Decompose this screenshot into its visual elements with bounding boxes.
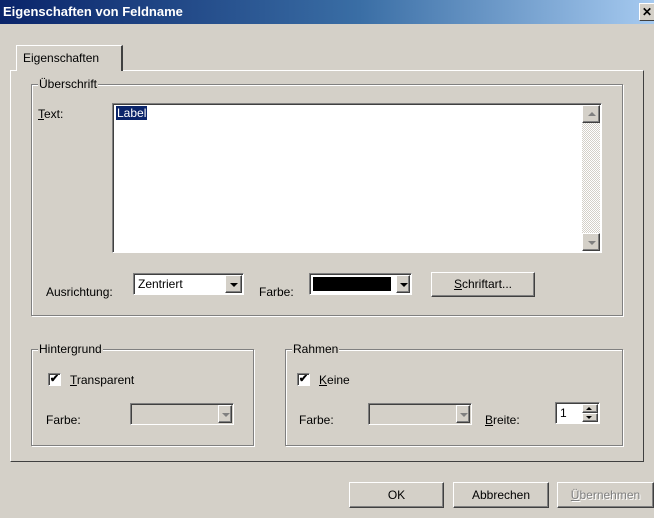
spin-up-icon — [586, 407, 592, 410]
border-group: Rahmen — [285, 342, 623, 446]
background-group: Hintergrund — [31, 342, 254, 446]
alignment-select[interactable]: Zentriert — [133, 273, 244, 295]
caption-text-value: Label — [116, 106, 148, 120]
apply-button[interactable]: Übernehmen — [557, 482, 654, 508]
tab-label: Eigenschaften — [23, 51, 100, 65]
background-color-label: Farbe: — [46, 413, 81, 427]
spin-down-button[interactable] — [582, 413, 598, 422]
chevron-down-icon — [230, 283, 238, 287]
border-width-label: Breite: — [485, 413, 520, 427]
scroll-down-icon — [588, 241, 596, 245]
apply-button-label: Übernehmen — [570, 488, 641, 502]
text-label: Text: — [38, 107, 64, 121]
border-color-picker[interactable] — [368, 403, 472, 425]
cancel-button[interactable]: Abbrechen — [453, 482, 549, 508]
scroll-down-button[interactable] — [582, 233, 600, 251]
cancel-button-label: Abbrechen — [471, 488, 531, 502]
border-color-label: Farbe: — [299, 413, 334, 427]
check-icon: ✔ — [298, 373, 309, 385]
border-none-checkbox[interactable]: ✔ — [297, 373, 310, 386]
transparent-checkbox[interactable]: ✔ — [48, 373, 61, 386]
chevron-down-icon — [222, 413, 230, 417]
spin-up-button[interactable] — [582, 404, 598, 413]
chevron-down-icon — [400, 283, 408, 287]
background-group-legend: Hintergrund — [38, 342, 103, 356]
alignment-value: Zentriert — [138, 277, 183, 291]
font-button[interactable]: Schriftart... — [431, 272, 535, 297]
tab-eigenschaften[interactable]: Eigenschaften — [16, 45, 123, 71]
caption-group-legend: Überschrift — [38, 77, 99, 91]
close-icon: ✕ — [641, 5, 653, 19]
title-bar: Eigenschaften von Feldname ✕ — [0, 0, 654, 24]
ok-button-label: OK — [387, 488, 406, 502]
background-color-dropdown-button[interactable] — [218, 405, 232, 423]
font-button-mnemonic: S — [453, 277, 462, 291]
transparent-label: Transparent — [70, 373, 135, 387]
caption-color-label: Farbe: — [259, 285, 294, 299]
border-color-dropdown-button[interactable] — [456, 405, 470, 423]
scroll-up-button[interactable] — [582, 105, 600, 123]
border-none-label: Keine — [319, 373, 350, 387]
caption-color-picker[interactable] — [309, 273, 412, 295]
font-button-label: chriftart... — [462, 277, 513, 291]
border-width-value: 1 — [560, 406, 567, 420]
color-swatch — [313, 277, 391, 291]
spin-down-icon — [586, 416, 592, 419]
check-icon: ✔ — [49, 373, 60, 385]
scroll-up-icon — [588, 112, 596, 116]
border-width-spinner[interactable]: 1 — [555, 402, 600, 424]
background-color-picker[interactable] — [130, 403, 234, 425]
caption-text-area[interactable]: Label — [112, 103, 602, 253]
color-dropdown-button[interactable] — [396, 275, 410, 293]
chevron-down-icon — [460, 413, 468, 417]
alignment-label: Ausrichtung: — [46, 285, 113, 299]
window-title: Eigenschaften von Feldname — [3, 4, 183, 19]
vertical-scrollbar[interactable] — [582, 105, 600, 251]
alignment-dropdown-button[interactable] — [225, 275, 242, 293]
border-group-legend: Rahmen — [292, 342, 340, 356]
ok-button[interactable]: OK — [349, 482, 444, 508]
close-button[interactable]: ✕ — [639, 3, 654, 21]
